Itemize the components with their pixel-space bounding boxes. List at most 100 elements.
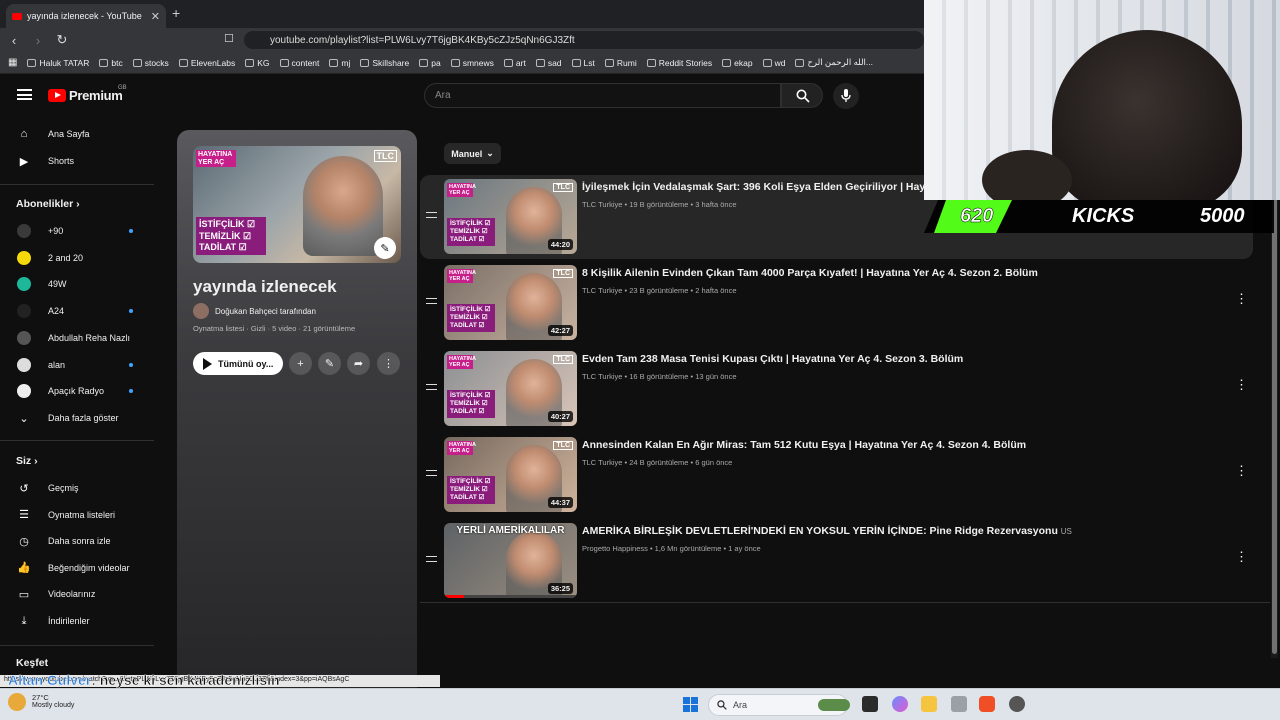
sidebar-item[interactable]: 49W	[0, 271, 155, 297]
drag-handle-icon[interactable]	[426, 298, 437, 304]
video-thumbnail[interactable]: HAYATINA YER AÇ TLC İSTİFÇİLİK ☑ TEMİZLİK ☑…	[444, 351, 577, 426]
back-icon[interactable]: ‹	[4, 33, 24, 48]
bookmark-item[interactable]: mj	[329, 58, 350, 68]
drag-handle-icon[interactable]	[426, 470, 437, 476]
playlist-owner[interactable]: Doğukan Bahçeci tarafından	[193, 303, 316, 319]
drag-handle-icon[interactable]	[426, 212, 437, 218]
logo-region: GB	[118, 85, 127, 91]
bookmark-item[interactable]: sad	[535, 58, 562, 68]
subscriptions-header[interactable]: Abonelikler ›	[16, 198, 80, 210]
playlist-video-row[interactable]: HAYATINA YER AÇ TLC İSTİFÇİLİK ☑ TEMİZLİK ☑…	[420, 433, 1253, 517]
sidebar-item[interactable]: ↺ Geçmiş	[0, 475, 155, 501]
bookmark-item[interactable]: الله الرحمن الرح...	[795, 57, 873, 68]
sidebar-item[interactable]: alan	[0, 352, 155, 378]
bookmark-item[interactable]: ekap	[722, 58, 753, 68]
sidebar-item[interactable]: +90	[0, 218, 155, 244]
video-thumbnail[interactable]: HAYATINA YER AÇ TLC İSTİFÇİLİK ☑ TEMİZLİK ☑…	[444, 265, 577, 340]
more-vert-icon[interactable]: ⋮	[1235, 291, 1248, 307]
sidebar-item[interactable]: 2 and 20	[0, 245, 155, 271]
video-thumbnail[interactable]: YERLİ AMERİKALILAR 36:25	[444, 523, 577, 598]
video-title[interactable]: Evden Tam 238 Masa Tenisi Kupası Çıktı |…	[582, 353, 1242, 365]
bookmark-item[interactable]: Lst	[571, 58, 595, 68]
you-header[interactable]: Siz ›	[16, 455, 38, 467]
add-button[interactable]: +	[289, 352, 312, 375]
browser-tab[interactable]: yayında izlenecek - YouTube ✕	[6, 4, 166, 28]
bookmark-item[interactable]: Rumi	[604, 58, 637, 68]
drag-handle-icon[interactable]	[426, 384, 437, 390]
bookmark-item[interactable]: art	[503, 58, 526, 68]
bookmark-item[interactable]: stocks	[132, 58, 169, 68]
more-vert-icon[interactable]: ⋮	[1235, 377, 1248, 393]
weather-widget[interactable]: 27°C Mostly cloudy	[8, 693, 74, 711]
sidebar-item[interactable]: ⤓ İndirilenler	[0, 608, 155, 634]
tlc-logo: TLC	[553, 269, 573, 278]
url-field[interactable]: youtube.com/playlist?list=PLW6Lvy7T6jgBK…	[244, 31, 924, 49]
bookmark-item[interactable]: pa	[419, 58, 441, 68]
sidebar-item[interactable]: A24	[0, 298, 155, 324]
more-vert-icon[interactable]: ⋮	[1235, 463, 1248, 479]
channel-name[interactable]: TLC Turkiye	[582, 458, 622, 467]
video-title[interactable]: 8 Kişilik Ailenin Evinden Çıkan Tam 4000…	[582, 267, 1242, 279]
bookmark-item[interactable]: btc	[99, 58, 123, 68]
playlist-video-row[interactable]: HAYATINA YER AÇ TLC İSTİFÇİLİK ☑ TEMİZLİK ☑…	[420, 261, 1253, 345]
more-vert-icon[interactable]: ⋮	[1235, 549, 1248, 565]
snipping-tool-icon[interactable]	[951, 696, 967, 712]
start-icon[interactable]	[683, 697, 698, 712]
play-all-label: Tümünü oy...	[218, 358, 274, 369]
bookmark-item[interactable]: Skillshare	[360, 58, 409, 68]
edit-button[interactable]: ✎	[318, 352, 341, 375]
tab-title: yayında izlenecek - YouTube	[27, 11, 142, 21]
more-actions-button[interactable]: ⋮	[377, 352, 400, 375]
new-tab-button[interactable]: +	[172, 5, 180, 21]
tab-close-icon[interactable]: ✕	[151, 10, 160, 23]
search-button[interactable]	[781, 83, 823, 108]
copilot-icon[interactable]	[892, 696, 908, 712]
channel-name[interactable]: TLC Turkiye	[582, 372, 622, 381]
search-input[interactable]: Ara	[424, 83, 781, 108]
video-title[interactable]: Annesinden Kalan En Ağır Miras: Tam 512 …	[582, 439, 1242, 451]
bookmark-item[interactable]: ElevenLabs	[178, 58, 235, 68]
sidebar-item[interactable]: ⌂ Ana Sayfa	[0, 121, 155, 147]
playlist-video-row[interactable]: HAYATINA YER AÇ TLC İSTİFÇİLİK ☑ TEMİZLİK ☑…	[420, 347, 1253, 431]
video-thumbnail[interactable]: HAYATINA YER AÇ TLC İSTİFÇİLİK ☑ TEMİZLİK ☑…	[444, 179, 577, 254]
playlist-thumbnail[interactable]: HAYATINA YER AÇ TLC İSTİFÇİLİK ☑ TEMİZLİK…	[193, 146, 401, 263]
sidebar-item[interactable]: ☰ Oynatma listeleri	[0, 502, 155, 528]
sidebar-item[interactable]: ▭ Videolarınız	[0, 581, 155, 607]
task-view-icon[interactable]	[862, 696, 878, 712]
sort-dropdown[interactable]: Manuel ⌄	[444, 143, 501, 164]
pencil-icon: ✎	[324, 358, 335, 370]
bookmark-item[interactable]: KG	[245, 58, 270, 68]
apps-grid-icon[interactable]: ▦	[8, 57, 17, 68]
bookmark-icon[interactable]: ☐	[224, 32, 234, 45]
edit-thumbnail-button[interactable]: ✎	[374, 237, 396, 259]
app-icon[interactable]	[1009, 696, 1025, 712]
video-thumbnail[interactable]: HAYATINA YER AÇ TLC İSTİFÇİLİK ☑ TEMİZLİK ☑…	[444, 437, 577, 512]
menu-icon[interactable]	[17, 89, 32, 100]
bookmark-item[interactable]: Haluk TATAR	[27, 58, 89, 68]
bookmark-item[interactable]: content	[279, 58, 319, 68]
video-title[interactable]: AMERİKA BİRLEŞİK DEVLETLERİ'NDEKİ EN YOK…	[582, 525, 1242, 537]
brave-browser-icon[interactable]	[979, 696, 995, 712]
channel-name[interactable]: TLC Turkiye	[582, 286, 622, 295]
bookmark-item[interactable]: smnews	[450, 58, 494, 68]
forward-icon[interactable]: ›	[28, 33, 48, 48]
channel-name[interactable]: Progetto Happiness	[582, 544, 648, 553]
file-explorer-icon[interactable]	[921, 696, 937, 712]
reload-icon[interactable]: ↻	[52, 32, 72, 48]
sidebar-item[interactable]: ⌄ Daha fazla göster	[0, 405, 155, 431]
sidebar-item[interactable]: ◷ Daha sonra izle	[0, 528, 155, 554]
playlist-video-row[interactable]: YERLİ AMERİKALILAR 36:25 AMERİKA BİRLEŞİK …	[420, 519, 1253, 603]
drag-handle-icon[interactable]	[426, 556, 437, 562]
share-button[interactable]: ➦	[347, 352, 370, 375]
play-all-button[interactable]: Tümünü oy...	[193, 352, 283, 375]
video-stats: 19 B görüntüleme • 3 hafta önce	[629, 200, 737, 209]
youtube-logo[interactable]: Premium GB	[48, 85, 127, 103]
sidebar-item[interactable]: Apaçık Radyo	[0, 378, 155, 404]
bookmark-item[interactable]: Reddit Stories	[646, 58, 712, 68]
sidebar-item[interactable]: Abdullah Reha Nazlı	[0, 325, 155, 351]
sidebar-item[interactable]: ▶ Shorts	[0, 148, 155, 174]
sidebar-item[interactable]: 👍 Beğendiğim videolar	[0, 555, 155, 581]
bookmark-item[interactable]: wd	[762, 58, 785, 68]
channel-name[interactable]: TLC Turkiye	[582, 200, 622, 209]
voice-search-button[interactable]	[833, 83, 859, 109]
